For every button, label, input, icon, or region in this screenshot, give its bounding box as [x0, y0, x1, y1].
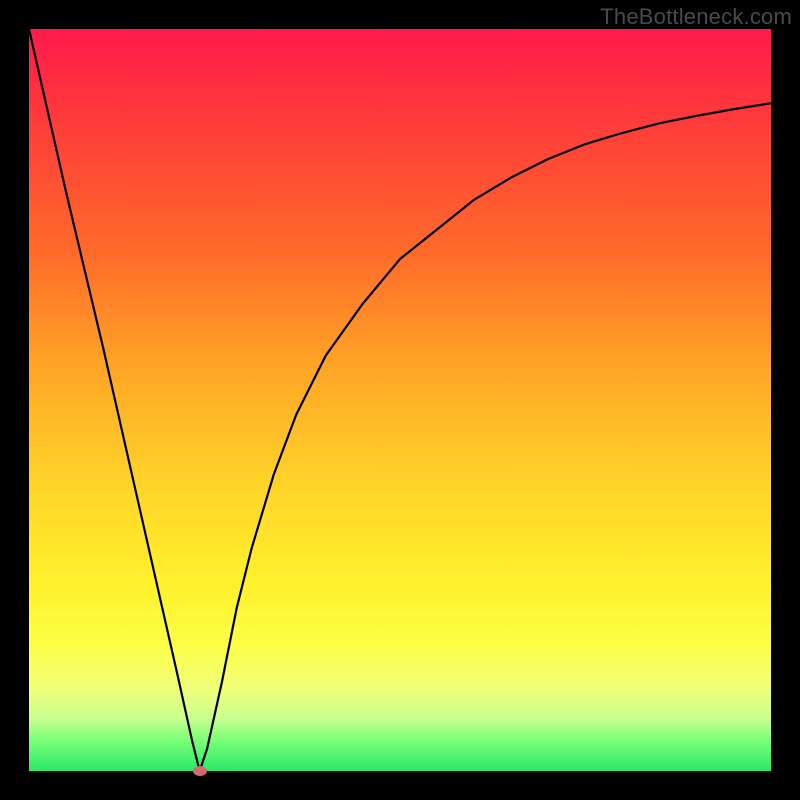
watermark-text: TheBottleneck.com — [600, 4, 792, 30]
minimum-marker — [193, 766, 207, 776]
bottleneck-curve — [29, 29, 771, 771]
chart-frame: TheBottleneck.com — [0, 0, 800, 800]
